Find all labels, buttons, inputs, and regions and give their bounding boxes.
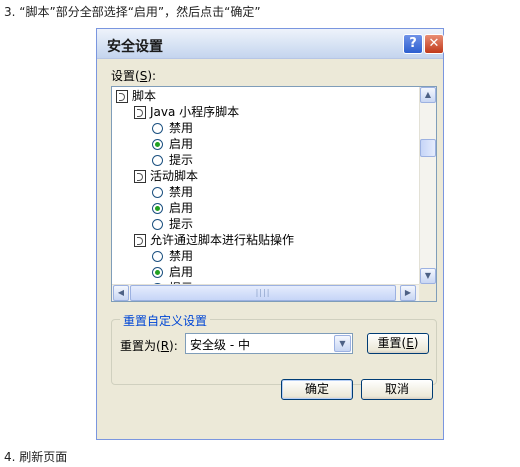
radio-icon[interactable] bbox=[152, 155, 163, 166]
arrow-up-icon[interactable]: ▲ bbox=[420, 87, 436, 103]
close-button[interactable]: ✕ bbox=[424, 34, 444, 54]
radio-icon[interactable] bbox=[152, 251, 163, 262]
help-icon: ? bbox=[409, 36, 417, 51]
security-settings-dialog: 安全设置 ? ✕ 设置(S): 脚本 Java 小程序脚本 禁用 启用 提示 活… bbox=[96, 28, 444, 440]
radio-icon[interactable] bbox=[152, 267, 163, 278]
active-enable-option[interactable]: 启用 bbox=[152, 200, 193, 216]
arrow-down-icon[interactable]: ▼ bbox=[420, 268, 436, 284]
help-button[interactable]: ? bbox=[403, 34, 423, 54]
dialog-title: 安全设置 bbox=[107, 39, 163, 55]
paste-enable-option[interactable]: 启用 bbox=[152, 264, 193, 280]
tree-node-active-scripting[interactable]: 活动脚本 bbox=[134, 168, 198, 184]
java-disable-option[interactable]: 禁用 bbox=[152, 120, 193, 136]
scrollbar-corner bbox=[419, 284, 436, 301]
active-disable-option[interactable]: 禁用 bbox=[152, 184, 193, 200]
settings-tree[interactable]: 脚本 Java 小程序脚本 禁用 启用 提示 活动脚本 禁用 启用 提示 允许通… bbox=[111, 86, 437, 302]
settings-label: 设置(S): bbox=[111, 69, 157, 83]
dropdown-arrow-icon[interactable]: ▼ bbox=[334, 335, 351, 352]
vertical-scroll-thumb[interactable] bbox=[420, 139, 436, 157]
active-prompt-option[interactable]: 提示 bbox=[152, 216, 193, 232]
ok-button[interactable]: 确定 bbox=[281, 379, 353, 400]
arrow-left-icon[interactable]: ◀ bbox=[113, 285, 129, 301]
vertical-scrollbar[interactable]: ▲ ▼ bbox=[419, 87, 436, 284]
radio-icon[interactable] bbox=[152, 203, 163, 214]
group-title: 重置自定义设置 bbox=[120, 312, 211, 329]
paste-disable-option[interactable]: 禁用 bbox=[152, 248, 193, 264]
security-level-value: 安全级 - 中 bbox=[190, 338, 250, 352]
reset-button[interactable]: 重置(E) bbox=[367, 333, 429, 354]
close-icon: ✕ bbox=[428, 36, 440, 51]
radio-icon[interactable] bbox=[152, 187, 163, 198]
script-icon bbox=[116, 90, 128, 103]
step-4-instruction: 4. 刷新页面 bbox=[4, 450, 68, 464]
tree-node-java-applet[interactable]: Java 小程序脚本 bbox=[134, 104, 239, 120]
arrow-right-icon[interactable]: ▶ bbox=[400, 285, 416, 301]
radio-icon[interactable] bbox=[152, 123, 163, 134]
script-icon bbox=[134, 170, 146, 183]
reset-custom-settings-group: 重置自定义设置 重置为(R): 安全级 - 中 ▼ 重置(E) bbox=[111, 312, 437, 385]
step-3-instruction: 3. “脚本”部分全部选择“启用”，然后点击“确定” bbox=[4, 5, 261, 19]
title-bar[interactable]: 安全设置 ? ✕ bbox=[97, 29, 444, 59]
horizontal-scrollbar[interactable]: ◀ |||| ▶ bbox=[112, 284, 419, 301]
java-prompt-option[interactable]: 提示 bbox=[152, 152, 193, 168]
java-enable-option[interactable]: 启用 bbox=[152, 136, 193, 152]
radio-icon[interactable] bbox=[152, 139, 163, 150]
security-level-select[interactable]: 安全级 - 中 ▼ bbox=[185, 333, 353, 354]
cancel-button[interactable]: 取消 bbox=[361, 379, 433, 400]
reset-to-label: 重置为(R): bbox=[120, 339, 178, 353]
script-icon bbox=[134, 234, 146, 247]
tree-node-paste-via-script[interactable]: 允许通过脚本进行粘贴操作 bbox=[134, 232, 294, 248]
radio-icon[interactable] bbox=[152, 219, 163, 230]
horizontal-scroll-thumb[interactable]: |||| bbox=[130, 285, 396, 301]
script-icon bbox=[134, 106, 146, 119]
tree-node-scripts[interactable]: 脚本 bbox=[116, 88, 156, 104]
